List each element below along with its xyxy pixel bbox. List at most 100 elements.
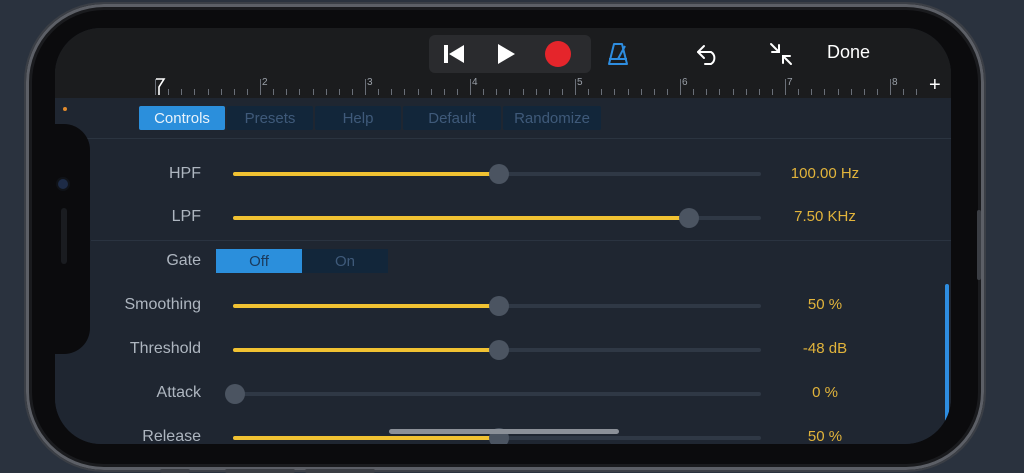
ruler-tick — [824, 89, 826, 95]
ruler-tick — [693, 89, 695, 95]
ruler-tick — [325, 89, 327, 95]
ruler-tick — [811, 89, 813, 95]
ruler-tick — [338, 89, 340, 95]
ruler-tick — [561, 89, 563, 95]
ruler-number: 3 — [367, 77, 373, 88]
gate-on-option[interactable]: On — [302, 249, 388, 273]
ruler-tick — [286, 89, 288, 95]
tab-randomize[interactable]: Randomize — [503, 106, 601, 130]
tab-default[interactable]: Default — [403, 106, 501, 130]
threshold-slider-fill — [233, 348, 497, 352]
ruler-tick — [903, 89, 905, 95]
ruler-number: 5 — [577, 77, 583, 88]
ruler-number: 4 — [472, 77, 478, 88]
ruler-number: 2 — [262, 77, 268, 88]
ruler-tick — [706, 89, 708, 95]
ruler-tick — [470, 79, 471, 95]
ruler-tick — [916, 89, 918, 95]
ruler-tick — [837, 89, 839, 95]
ruler-tick — [273, 89, 275, 95]
record-icon — [545, 41, 571, 67]
lpf-value: 7.50 KHz — [794, 208, 856, 225]
lpf-slider-fill — [233, 216, 688, 220]
ruler-tick — [548, 89, 550, 95]
ruler-tick — [417, 89, 419, 95]
ruler-tick — [351, 89, 353, 95]
release-label: Release — [142, 428, 201, 444]
ruler-number: 6 — [682, 77, 688, 88]
ruler-tick — [496, 89, 498, 95]
ruler-tick — [535, 89, 537, 95]
ruler-tick — [194, 89, 196, 95]
timeline-ruler[interactable]: 2 3 4 5 6 7 8 + — [55, 74, 951, 98]
ruler-tick — [680, 79, 681, 95]
smoothing-slider-thumb[interactable] — [489, 296, 509, 316]
ruler-tick — [168, 89, 170, 95]
ruler-tick — [640, 89, 642, 95]
add-track-button[interactable]: + — [929, 74, 941, 97]
collapse-button[interactable] — [767, 40, 795, 68]
ruler-tick — [666, 89, 668, 95]
transport-controls — [429, 35, 591, 73]
tab-controls[interactable]: Controls — [139, 106, 225, 130]
ruler-number: 7 — [787, 77, 793, 88]
ruler-tick — [522, 89, 524, 95]
lower-button — [160, 469, 190, 473]
ruler-tick — [890, 79, 891, 95]
collapse-icon — [770, 43, 792, 65]
ruler-tick — [443, 89, 445, 95]
ruler-tick — [719, 89, 721, 95]
top-toolbar: Done — [55, 28, 951, 76]
gate-off-option[interactable]: Off — [216, 249, 302, 273]
ruler-tick — [850, 89, 852, 95]
hpf-slider-thumb[interactable] — [489, 164, 509, 184]
plugin-panel: Controls Presets Help Default Randomize … — [55, 98, 951, 444]
ruler-tick — [876, 89, 878, 95]
done-button[interactable]: Done — [827, 42, 870, 63]
metronome-button[interactable] — [604, 40, 632, 68]
ruler-tick — [430, 89, 432, 95]
attack-value: 0 % — [812, 384, 838, 401]
tab-presets[interactable]: Presets — [227, 106, 313, 130]
section-divider — [91, 240, 951, 241]
ruler-tick — [653, 89, 655, 95]
lower-button — [225, 469, 295, 473]
hpf-value: 100.00 Hz — [790, 165, 860, 182]
record-button[interactable] — [533, 35, 583, 73]
ruler-tick — [260, 79, 261, 95]
speaker-grille — [61, 208, 67, 264]
threshold-slider[interactable] — [233, 340, 761, 360]
release-slider[interactable] — [233, 428, 761, 444]
ruler-tick — [509, 89, 511, 95]
lpf-slider-thumb[interactable] — [679, 208, 700, 228]
scrollbar[interactable] — [945, 284, 949, 424]
gate-toggle: Off On — [216, 249, 388, 273]
hpf-slider-fill — [233, 172, 497, 176]
lpf-slider[interactable] — [233, 208, 761, 228]
ruler-tick — [785, 79, 786, 95]
ruler-tick — [483, 89, 485, 95]
ruler-tick — [798, 89, 800, 95]
smoothing-slider-fill — [233, 304, 497, 308]
home-indicator[interactable] — [389, 429, 619, 434]
attack-slider-thumb[interactable] — [225, 384, 245, 404]
ruler-tick — [246, 89, 248, 95]
attack-slider[interactable] — [225, 384, 761, 404]
hpf-slider[interactable] — [233, 164, 761, 184]
play-icon — [498, 44, 515, 64]
ruler-tick — [863, 89, 865, 95]
plugin-tabs: Controls Presets Help Default Randomize — [139, 106, 601, 130]
front-camera — [58, 179, 68, 189]
tabs-divider — [55, 138, 951, 139]
undo-button[interactable] — [694, 40, 722, 68]
skip-back-button[interactable] — [429, 35, 479, 73]
ruler-tick — [233, 89, 235, 95]
ruler-tick — [155, 79, 156, 95]
ruler-tick — [601, 89, 603, 95]
notch — [44, 124, 90, 354]
ruler-tick — [575, 79, 576, 95]
tab-help[interactable]: Help — [315, 106, 401, 130]
threshold-slider-thumb[interactable] — [489, 340, 509, 360]
smoothing-slider[interactable] — [233, 296, 761, 316]
play-button[interactable] — [481, 35, 531, 73]
